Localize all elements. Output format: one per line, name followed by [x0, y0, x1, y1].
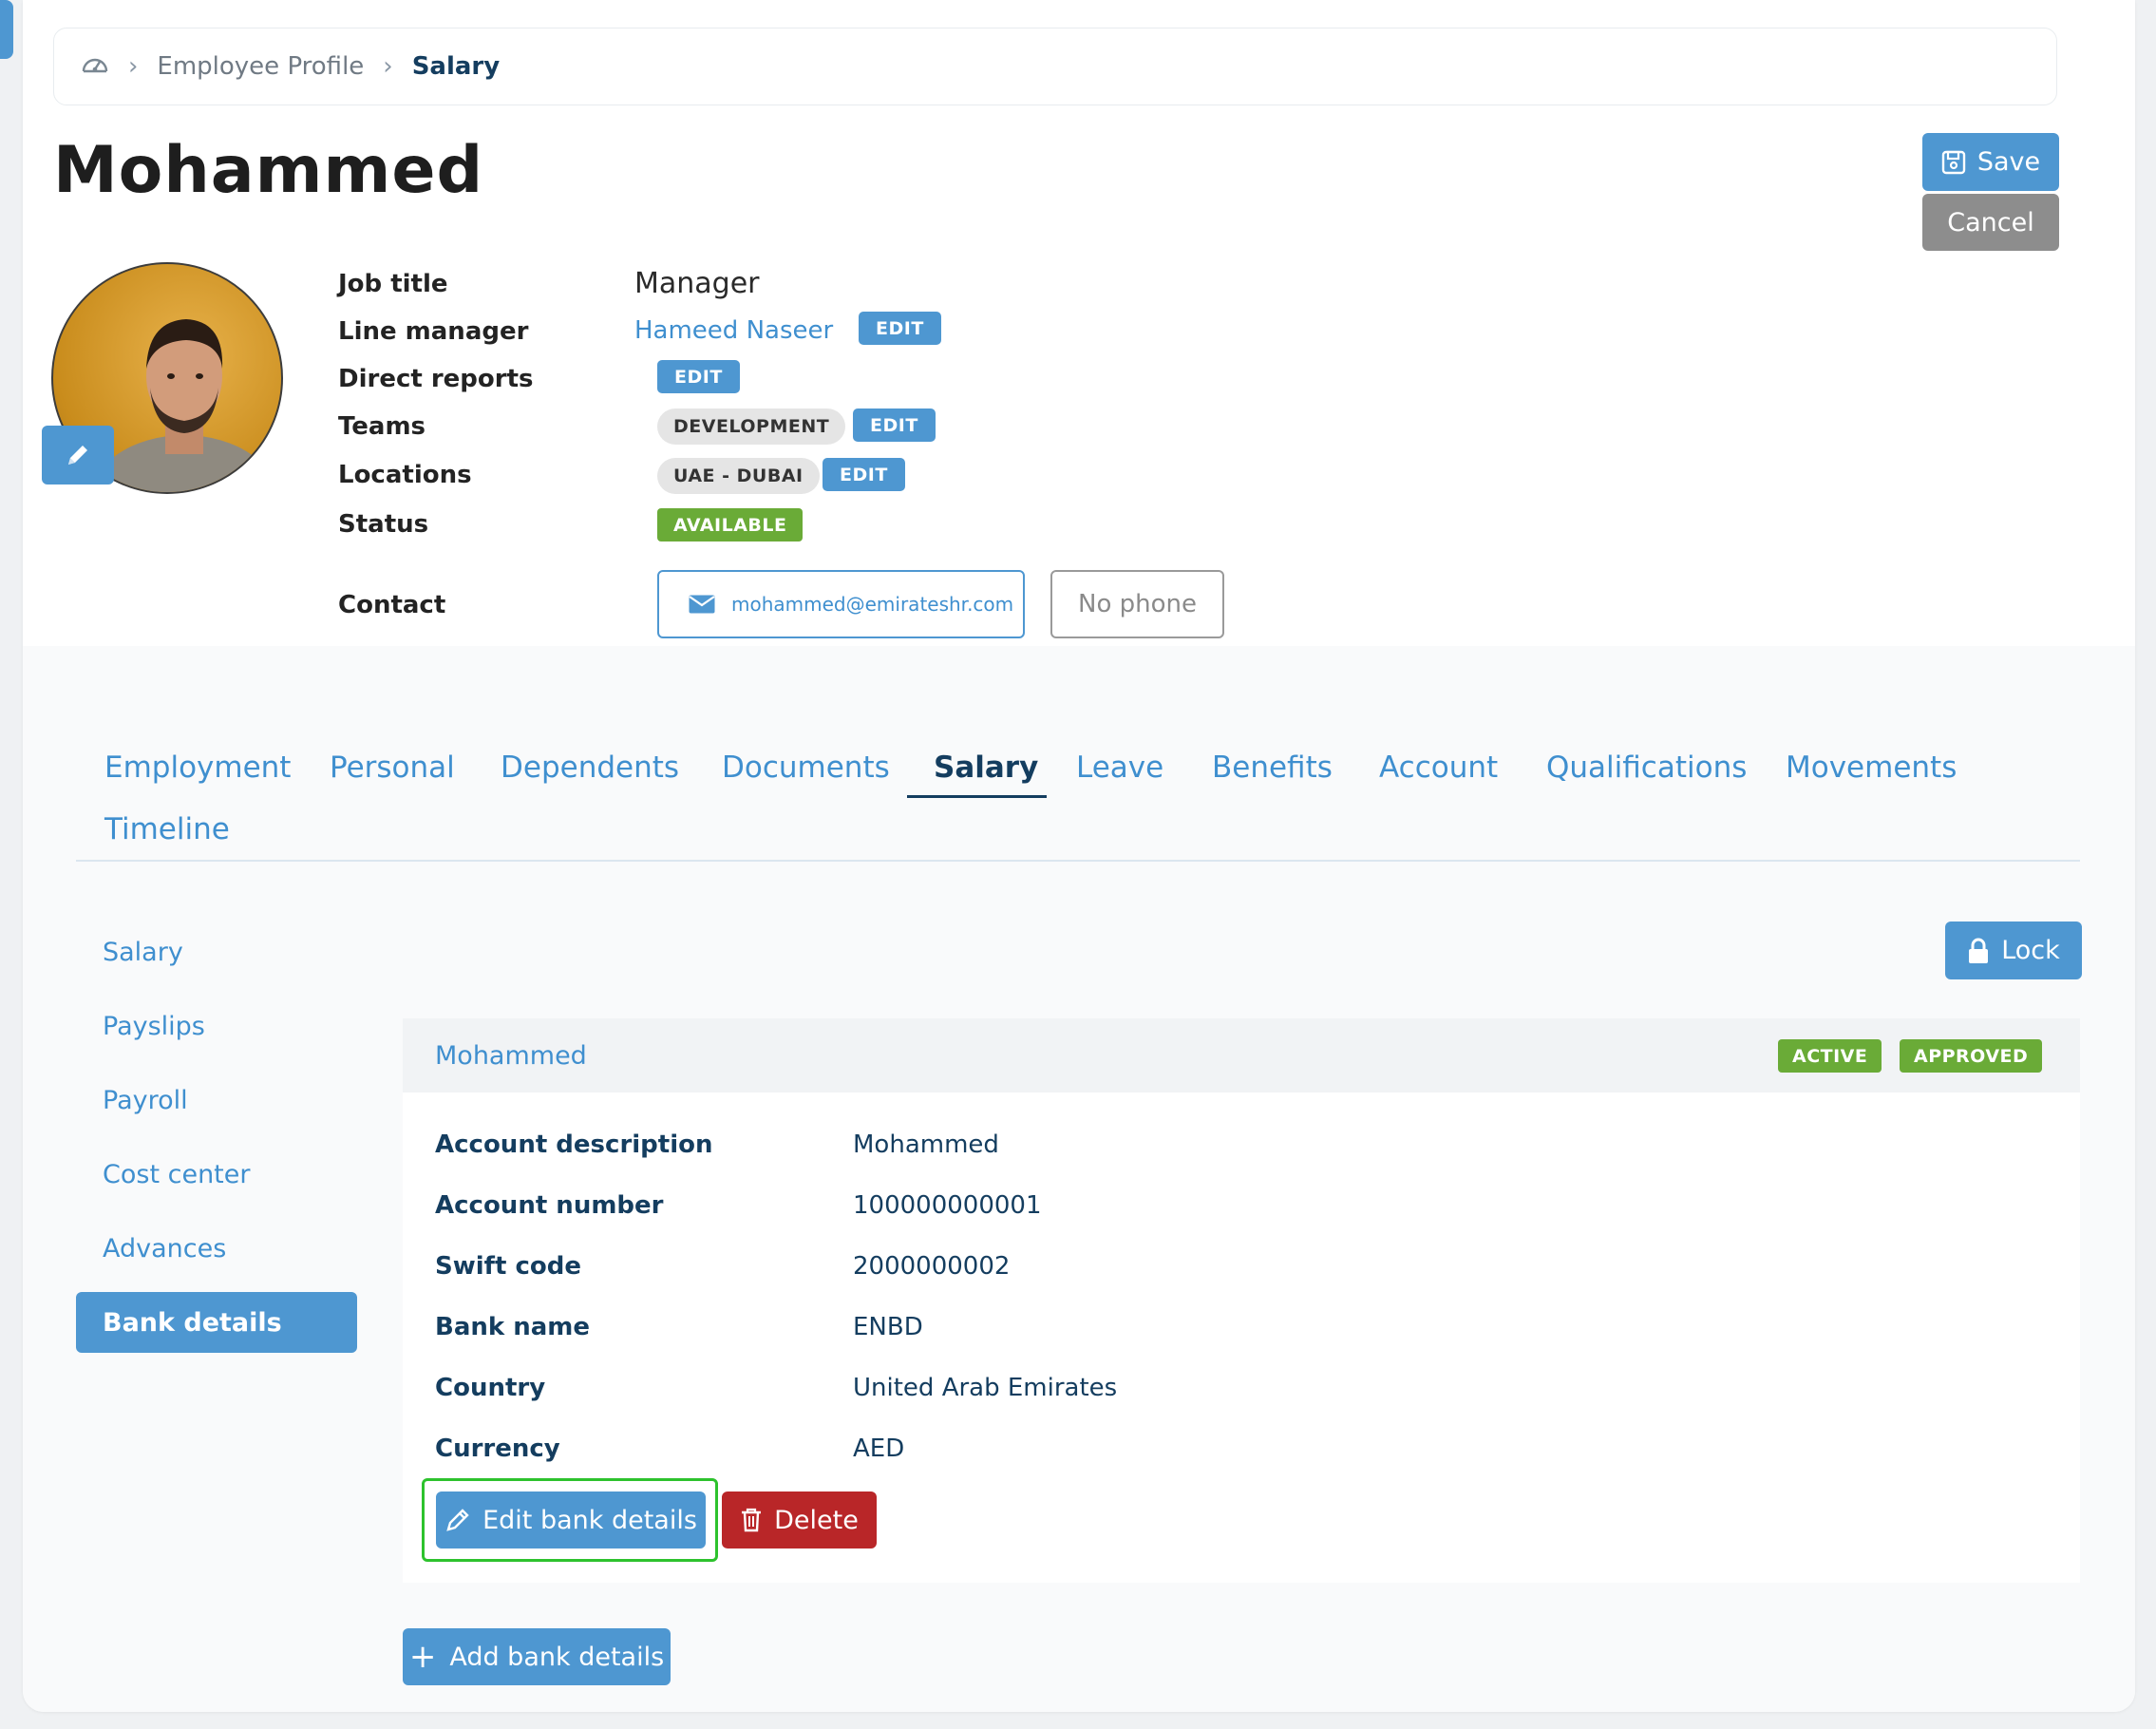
tab-qualifications[interactable]: Qualifications — [1546, 750, 1747, 785]
bank-card-title: Mohammed — [435, 1041, 587, 1071]
locations-label: Locations — [338, 461, 472, 489]
breadcrumb: › Employee Profile › Salary — [53, 28, 2057, 105]
job-title-value: Manager — [634, 267, 760, 300]
lock-icon — [1969, 938, 1989, 963]
sidebar-item-salary[interactable]: Salary — [103, 938, 183, 967]
tab-movements[interactable]: Movements — [1786, 750, 1957, 785]
dashboard-gauge-icon[interactable] — [81, 52, 109, 82]
status-label: Status — [338, 510, 429, 539]
lock-label: Lock — [2001, 936, 2060, 965]
location-tag: UAE - DUBAI — [657, 458, 820, 494]
bank-field-value: Mohammed — [853, 1130, 999, 1159]
approved-badge: APPROVED — [1900, 1039, 2043, 1073]
tab-employment[interactable]: Employment — [104, 750, 291, 785]
add-bank-details-button[interactable]: + Add bank details — [403, 1628, 671, 1685]
edit-bank-details-button[interactable]: Edit bank details — [436, 1492, 706, 1548]
tab-leave[interactable]: Leave — [1076, 750, 1163, 785]
pencil-icon — [446, 1509, 469, 1531]
breadcrumb-employee-profile[interactable]: Employee Profile — [157, 52, 364, 81]
edit-locations-button[interactable]: EDIT — [823, 458, 905, 491]
delete-bank-details-button[interactable]: Delete — [722, 1492, 877, 1548]
team-tag: DEVELOPMENT — [657, 408, 846, 445]
edit-direct-reports-button[interactable]: EDIT — [657, 360, 740, 393]
contact-label: Contact — [338, 591, 446, 619]
sidebar-item-payroll[interactable]: Payroll — [103, 1086, 188, 1115]
cancel-button[interactable]: Cancel — [1922, 194, 2059, 251]
tab-timeline[interactable]: Timeline — [104, 812, 230, 846]
status-badge: AVAILABLE — [657, 508, 804, 542]
bank-field-label: Account description — [435, 1130, 713, 1159]
sidebar-item-cost-center[interactable]: Cost center — [103, 1160, 250, 1189]
bank-field-value: 2000000002 — [853, 1252, 1011, 1281]
chevron-right-icon: › — [383, 52, 393, 81]
add-bank-label: Add bank details — [449, 1642, 665, 1672]
save-label: Save — [1976, 147, 2041, 177]
tab-dependents[interactable]: Dependents — [501, 750, 679, 785]
active-badge: ACTIVE — [1778, 1039, 1882, 1073]
direct-reports-label: Direct reports — [338, 365, 534, 393]
tab-benefits[interactable]: Benefits — [1212, 750, 1333, 785]
bank-field-label: Bank name — [435, 1313, 590, 1341]
edit-teams-button[interactable]: EDIT — [853, 408, 936, 442]
delete-label: Delete — [774, 1505, 859, 1535]
job-title-label: Job title — [338, 270, 448, 298]
bank-field-value: AED — [853, 1434, 905, 1463]
line-manager-label: Line manager — [338, 317, 529, 346]
edit-line-manager-button[interactable]: EDIT — [859, 312, 941, 345]
bank-field-label: Currency — [435, 1434, 560, 1463]
email-contact-button[interactable]: mohammed@emirateshr.com — [657, 570, 1025, 638]
lock-button[interactable]: Lock — [1945, 922, 2082, 979]
side-drawer-handle[interactable] — [0, 0, 13, 59]
mail-icon — [689, 595, 715, 614]
bank-field-label: Country — [435, 1374, 546, 1402]
sidebar-item-payslips[interactable]: Payslips — [103, 1012, 205, 1041]
save-icon — [1941, 150, 1966, 174]
tab-documents[interactable]: Documents — [722, 750, 890, 785]
edit-avatar-button[interactable] — [42, 426, 114, 484]
phone-contact-button[interactable]: No phone — [1050, 570, 1224, 638]
tab-account[interactable]: Account — [1379, 750, 1498, 785]
active-tab-indicator — [907, 795, 1047, 798]
teams-label: Teams — [338, 412, 426, 441]
tab-personal[interactable]: Personal — [330, 750, 455, 785]
tabs-divider — [76, 860, 2080, 862]
tab-salary[interactable]: Salary — [934, 750, 1038, 785]
save-button[interactable]: Save — [1922, 133, 2059, 191]
bank-field-label: Swift code — [435, 1252, 581, 1281]
plus-icon: + — [408, 1638, 437, 1676]
bank-field-value: ENBD — [853, 1313, 923, 1341]
line-manager-link[interactable]: Hameed Naseer — [634, 316, 833, 345]
page-title: Mohammed — [53, 133, 484, 208]
trash-icon — [742, 1508, 762, 1532]
edit-bank-label: Edit bank details — [482, 1505, 697, 1535]
chevron-right-icon: › — [128, 52, 139, 81]
bank-field-value: 100000000001 — [853, 1191, 1042, 1220]
pencil-icon — [68, 446, 87, 465]
sidebar-item-advances[interactable]: Advances — [103, 1234, 226, 1264]
sidebar-item-bank-details[interactable]: Bank details — [76, 1292, 357, 1353]
email-text: mohammed@emirateshr.com — [731, 593, 1014, 616]
bank-field-value: United Arab Emirates — [853, 1374, 1118, 1402]
bank-field-label: Account number — [435, 1191, 664, 1220]
breadcrumb-current: Salary — [411, 52, 501, 81]
